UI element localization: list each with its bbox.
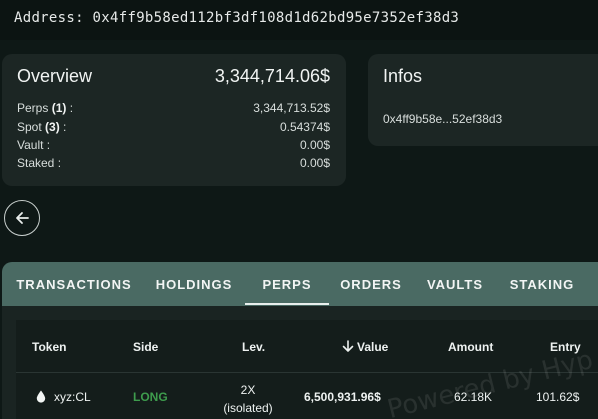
- token-cell: xyz:CL: [36, 390, 91, 404]
- leverage-value: 2X: [240, 383, 256, 397]
- tab-transactions[interactable]: TRANSACTIONS: [16, 262, 132, 306]
- overview-title: Overview: [17, 66, 93, 86]
- header-value[interactable]: Value: [342, 340, 388, 354]
- tab-holdings[interactable]: HOLDINGS: [152, 262, 236, 306]
- overview-row-perps: Perps (1) : 3,344,713.52$: [17, 101, 330, 117]
- entry-cell: 101.62$: [536, 390, 580, 404]
- tab-orders[interactable]: ORDERS: [336, 262, 406, 306]
- infos-title: Infos: [383, 66, 423, 86]
- overview-row-vault: Vault : 0.00$: [17, 138, 330, 154]
- tab-staking[interactable]: STAKING: [504, 262, 580, 306]
- overview-card: Overview 3,344,714.06$ Perps (1) : 3,344…: [2, 54, 346, 186]
- address-bar: Address: 0x4ff9b58ed112bf3df108d1d62bd95…: [0, 0, 598, 40]
- tab-vaults[interactable]: VAULTS: [422, 262, 488, 306]
- back-button[interactable]: [4, 200, 40, 236]
- overview-row-value: 0.00$: [299, 138, 330, 152]
- leverage-cell: 2X (isolated): [208, 381, 288, 417]
- overview-row-label: Staked :: [17, 156, 62, 170]
- overview-row-spot: Spot (3) : 0.54374$: [17, 120, 330, 136]
- overview-row-value: 0.00$: [299, 156, 330, 170]
- token-name: xyz:CL: [54, 390, 91, 404]
- header-lev[interactable]: Lev.: [242, 340, 265, 354]
- header-side[interactable]: Side: [133, 340, 158, 354]
- tab-perps[interactable]: PERPS: [245, 262, 329, 306]
- droplet-icon: [36, 390, 46, 403]
- infos-address[interactable]: 0x4ff9b58e...52ef38d3: [383, 112, 502, 126]
- tab-bar: TRANSACTIONS HOLDINGS PERPS ORDERS VAULT…: [2, 262, 598, 306]
- overview-row-value: 0.54374$: [279, 120, 330, 134]
- arrow-left-icon: [16, 212, 29, 224]
- overview-row-label: Spot (3) :: [17, 120, 67, 134]
- side-badge: LONG: [133, 390, 168, 404]
- value-cell: 6,500,931.96$: [304, 390, 381, 404]
- infos-card: Infos 0x4ff9b58e...52ef38d3: [368, 54, 598, 146]
- arrow-down-icon: [342, 340, 354, 352]
- overview-row-value: 3,344,713.52$: [253, 101, 330, 115]
- overview-row-label: Vault :: [17, 138, 51, 152]
- overview-total: 3,344,714.06$: [214, 66, 330, 86]
- header-token[interactable]: Token: [32, 340, 66, 354]
- overview-row-label: Perps (1) :: [17, 101, 74, 115]
- overview-row-staked: Staked : 0.00$: [17, 156, 330, 172]
- header-amount[interactable]: Amount: [448, 340, 493, 354]
- address-text: Address: 0x4ff9b58ed112bf3df108d1d62bd95…: [14, 10, 460, 26]
- leverage-mode: (isolated): [223, 401, 273, 415]
- header-value-label: Value: [357, 340, 389, 354]
